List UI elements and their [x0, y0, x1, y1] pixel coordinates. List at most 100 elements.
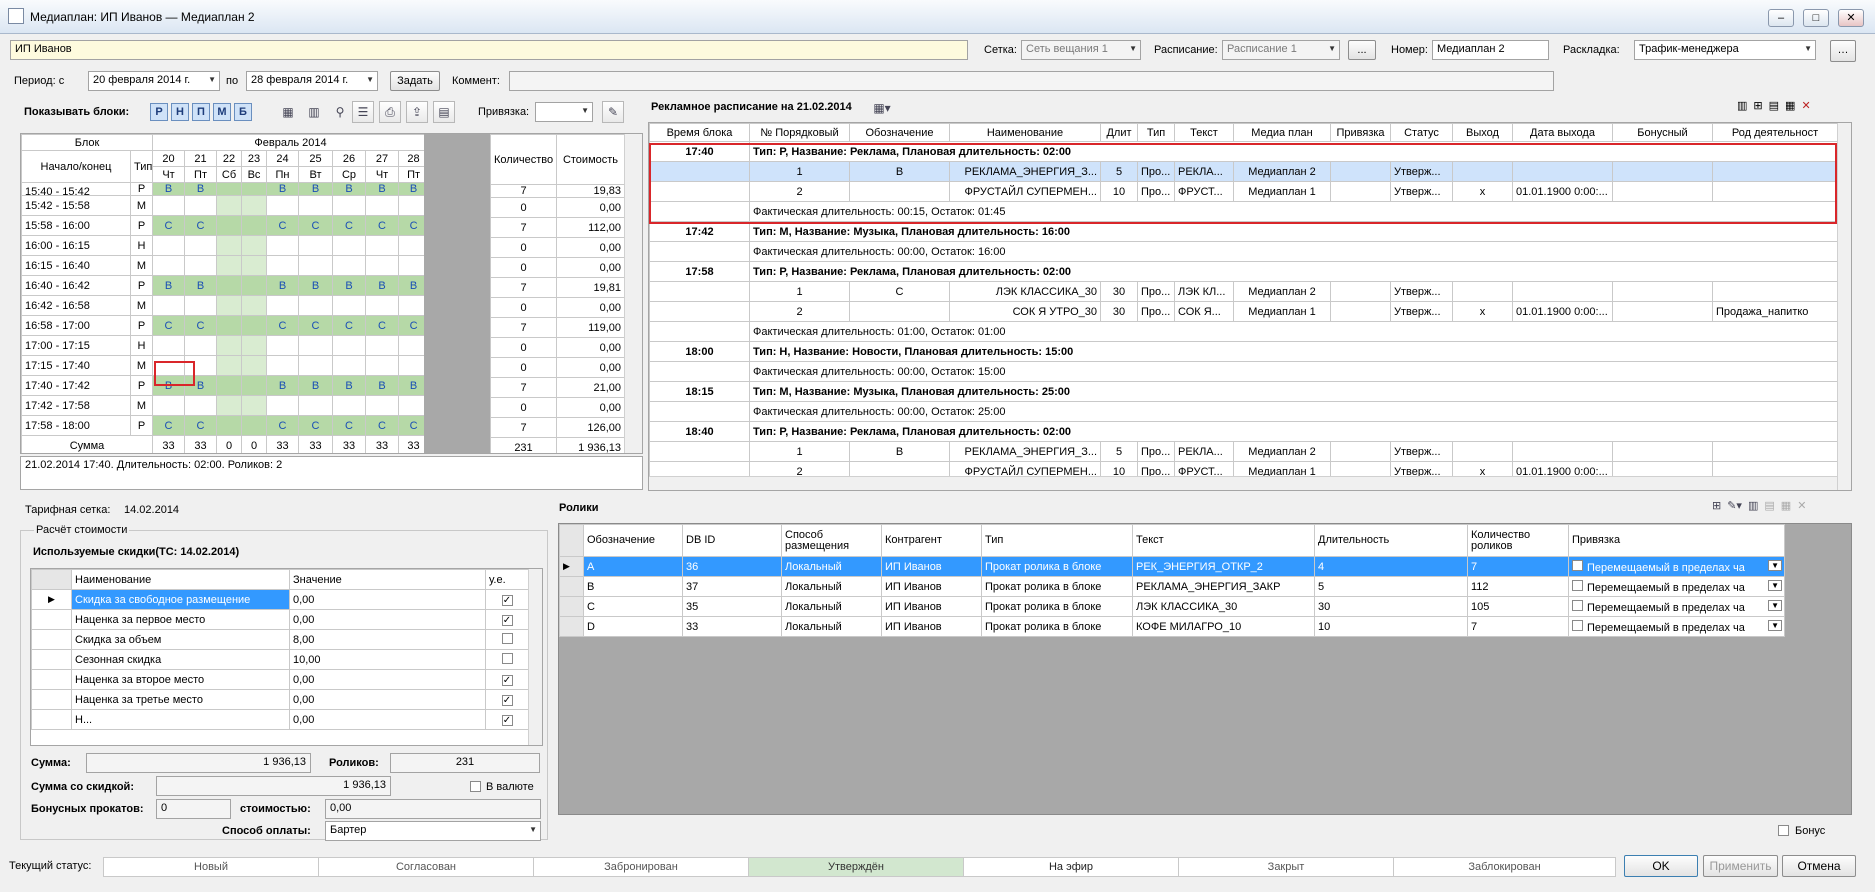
- schedule-vscrollbar[interactable]: [1837, 123, 1851, 490]
- day-cell[interactable]: [216, 295, 243, 316]
- export-icon[interactable]: ⇪: [406, 101, 428, 123]
- day-cell[interactable]: С: [184, 215, 218, 236]
- minimize-button[interactable]: –: [1768, 9, 1794, 27]
- set-period-button[interactable]: Задать: [390, 71, 440, 91]
- day-cell[interactable]: [241, 255, 268, 276]
- bonus-checkbox[interactable]: [1778, 825, 1789, 836]
- status-booked[interactable]: Забронирован: [533, 857, 749, 877]
- day-cell[interactable]: [241, 295, 268, 316]
- day-cell[interactable]: [332, 255, 367, 276]
- day-cell[interactable]: [184, 295, 218, 316]
- day-cell[interactable]: С: [332, 215, 367, 236]
- block-type-r-button[interactable]: Р: [150, 103, 168, 121]
- ue-checkbox[interactable]: ✓: [501, 614, 513, 626]
- day-cell[interactable]: В: [266, 182, 300, 196]
- delete-icon[interactable]: ✕: [1801, 99, 1810, 112]
- block-type-n-button[interactable]: Н: [171, 103, 189, 121]
- day-cell[interactable]: С: [266, 415, 300, 436]
- day-cell[interactable]: В: [184, 275, 218, 296]
- binding-cell[interactable]: Перемещаемый в пределах ча ▼: [1568, 556, 1785, 577]
- day-cell[interactable]: [216, 195, 243, 216]
- day-cell[interactable]: [184, 335, 218, 356]
- day-cell[interactable]: [266, 355, 300, 376]
- discount-row[interactable]: Наценка за третье место 0,00 ✓: [31, 689, 529, 710]
- discount-row[interactable]: ▶ Скидка за свободное размещение 0,00 ✓: [31, 589, 529, 610]
- day-cell[interactable]: [266, 295, 300, 316]
- status-closed[interactable]: Закрыт: [1178, 857, 1394, 877]
- day-cell[interactable]: [332, 395, 367, 416]
- currency-checkbox[interactable]: [470, 781, 481, 792]
- day-cell[interactable]: [266, 255, 300, 276]
- schedule-spot-row[interactable]: 1 С ЛЭК КЛАССИКА_30 30 Про... ЛЭК КЛ... Медиап…: [649, 281, 1838, 302]
- grid-icon[interactable]: ▦: [277, 102, 299, 124]
- day-cell[interactable]: [152, 395, 186, 416]
- ue-checkbox[interactable]: [501, 632, 513, 644]
- day-cell[interactable]: [241, 395, 268, 416]
- ue-checkbox[interactable]: ✓: [501, 674, 513, 686]
- list-view-icon[interactable]: ☰: [352, 101, 374, 123]
- chevron-down-icon[interactable]: ▼: [1768, 620, 1782, 631]
- day-cell[interactable]: [365, 355, 400, 376]
- day-cell[interactable]: [241, 195, 268, 216]
- day-cell[interactable]: [184, 235, 218, 256]
- day-cell[interactable]: С: [266, 215, 300, 236]
- day-cell[interactable]: [266, 235, 300, 256]
- day-cell[interactable]: [298, 335, 334, 356]
- day-cell[interactable]: [365, 235, 400, 256]
- schedule-browse-button[interactable]: ...: [1348, 40, 1376, 60]
- day-cell[interactable]: В: [152, 275, 186, 296]
- discounts-scrollbar[interactable]: [528, 569, 542, 745]
- bonus-rolls-field[interactable]: 0: [156, 799, 231, 819]
- day-cell[interactable]: [216, 315, 243, 336]
- maximize-button[interactable]: □: [1803, 9, 1829, 27]
- day-cell[interactable]: [332, 235, 367, 256]
- day-cell[interactable]: [241, 375, 268, 396]
- day-cell[interactable]: В: [298, 375, 334, 396]
- day-cell[interactable]: [216, 275, 243, 296]
- schedule-block-row[interactable]: 18:40 Тип: Р, Название: Реклама, Плановая…: [649, 421, 1838, 442]
- day-cell[interactable]: [216, 335, 243, 356]
- day-cell[interactable]: [266, 335, 300, 356]
- roller-row[interactable]: B 37 Локальный ИП Иванов Прокат ролика в бло…: [559, 576, 1785, 597]
- calendar-icon[interactable]: ▦▾: [871, 98, 893, 120]
- binding-checkbox[interactable]: [1572, 599, 1583, 611]
- day-cell[interactable]: [332, 195, 367, 216]
- day-cell[interactable]: С: [184, 415, 218, 436]
- binding-select[interactable]: [535, 102, 593, 122]
- grid-select[interactable]: Сеть вещания 1: [1021, 40, 1141, 60]
- add-roller-icon[interactable]: ⊞: [1712, 499, 1721, 512]
- roller-row[interactable]: ▶ A 36 Локальный ИП Иванов Прокат ролика в бл…: [559, 556, 1785, 577]
- day-cell[interactable]: [332, 355, 367, 376]
- day-cell[interactable]: В: [365, 182, 400, 196]
- day-cell[interactable]: С: [298, 315, 334, 336]
- day-cell[interactable]: [184, 395, 218, 416]
- day-cell[interactable]: [298, 295, 334, 316]
- binding-checkbox[interactable]: [1572, 619, 1583, 631]
- block-type-p-button[interactable]: П: [192, 103, 210, 121]
- day-cell[interactable]: С: [365, 315, 400, 336]
- schedule-select[interactable]: Расписание 1: [1222, 40, 1340, 60]
- delete-roller-icon[interactable]: ✕: [1797, 499, 1806, 512]
- day-cell[interactable]: [332, 335, 367, 356]
- day-cell[interactable]: В: [365, 375, 400, 396]
- block-type-b-button[interactable]: Б: [234, 103, 252, 121]
- day-cell[interactable]: С: [298, 215, 334, 236]
- filter-icon[interactable]: ▦: [1785, 99, 1795, 112]
- payment-select[interactable]: Бартер: [325, 821, 541, 841]
- day-cell[interactable]: [241, 275, 268, 296]
- day-cell[interactable]: [241, 215, 268, 236]
- day-cell[interactable]: [216, 355, 243, 376]
- day-cell[interactable]: С: [266, 315, 300, 336]
- discount-row[interactable]: Наценка за второе место 0,00 ✓: [31, 669, 529, 690]
- day-cell[interactable]: [298, 255, 334, 276]
- layout-more-button[interactable]: …: [1830, 40, 1856, 62]
- ue-checkbox[interactable]: ✓: [501, 714, 513, 726]
- day-cell[interactable]: [184, 195, 218, 216]
- day-cell[interactable]: [216, 375, 243, 396]
- table-settings-icon[interactable]: ▤: [433, 101, 455, 123]
- binding-cell[interactable]: Перемещаемый в пределах ча ▼: [1568, 576, 1785, 597]
- day-cell[interactable]: В: [266, 375, 300, 396]
- pin-icon[interactable]: ⚲: [329, 102, 351, 124]
- day-cell[interactable]: [152, 195, 186, 216]
- day-cell[interactable]: В: [266, 275, 300, 296]
